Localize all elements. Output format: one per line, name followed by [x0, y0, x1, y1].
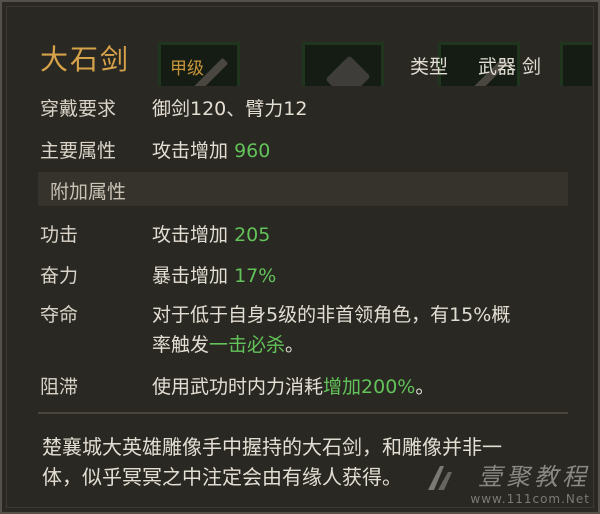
duoming-label: 夺命	[40, 304, 79, 326]
item-type-value: 武器 剑	[478, 56, 542, 78]
gongji-number: 205	[234, 224, 271, 246]
zhizhi-text: 使用武功时内力消耗	[152, 376, 324, 398]
item-grade: 甲级	[170, 59, 204, 79]
item-tooltip: 大石剑 甲级 类型 武器 剑 穿戴要求 御剑120、臂力12 主要属性 攻击增加…	[0, 0, 600, 514]
main-attr-value: 攻击增加 960	[152, 136, 270, 163]
gongji-label: 功击	[40, 224, 79, 246]
main-attr-number: 960	[234, 140, 271, 162]
flavor-divider	[38, 412, 568, 414]
inventory-slot-blade[interactable]	[560, 42, 592, 86]
watermark-url: www.111com.Net	[470, 492, 590, 506]
item-name: 大石剑	[40, 43, 131, 76]
watermark-text: 壹聚教程	[478, 463, 590, 491]
zhizhi-label: 阻滞	[40, 376, 79, 398]
watermark: 壹聚教程 www.111com.Net	[470, 457, 590, 506]
tooltip-header: 大石剑 甲级 类型 武器 剑	[8, 8, 592, 86]
gongji-text: 攻击增加	[152, 224, 229, 246]
duoming-line-2-plain: 率触发	[152, 334, 210, 356]
cleaver-icon	[325, 55, 371, 86]
fenli-label: 奋力	[40, 265, 79, 287]
gongji-value: 攻击增加 205	[152, 220, 270, 247]
main-attr-label: 主要属性	[40, 140, 117, 162]
duoming-description: 对于低于自身5级的非首领角色，有15%概 率触发一击必杀。	[152, 300, 572, 360]
additional-attr-header: 附加属性	[38, 172, 568, 206]
requirement-label: 穿戴要求	[40, 98, 117, 120]
duoming-line-2-end: 。	[285, 334, 305, 356]
duoming-line-2: 率触发一击必杀。	[152, 330, 572, 360]
fenli-value: 暴击增加 17%	[152, 261, 276, 288]
blade-icon	[587, 57, 592, 86]
zhizhi-increase: 增加200%	[323, 376, 416, 398]
fenli-text: 暴击增加	[152, 265, 229, 287]
duoming-keyword: 一击必杀	[209, 334, 286, 356]
zhizhi-end: 。	[415, 376, 435, 398]
watermark-logo-icon	[428, 466, 452, 490]
item-type-label: 类型	[410, 56, 449, 78]
additional-attr-title: 附加属性	[50, 181, 127, 203]
fenli-number: 17%	[234, 265, 277, 287]
zhizhi-value: 使用武功时内力消耗增加200%。	[152, 372, 434, 399]
duoming-line-1: 对于低于自身5级的非首领角色，有15%概	[152, 304, 511, 326]
inventory-slot-cleaver[interactable]	[302, 42, 384, 86]
main-attr-text: 攻击增加	[152, 140, 229, 162]
requirement-value: 御剑120、臂力12	[152, 98, 308, 120]
